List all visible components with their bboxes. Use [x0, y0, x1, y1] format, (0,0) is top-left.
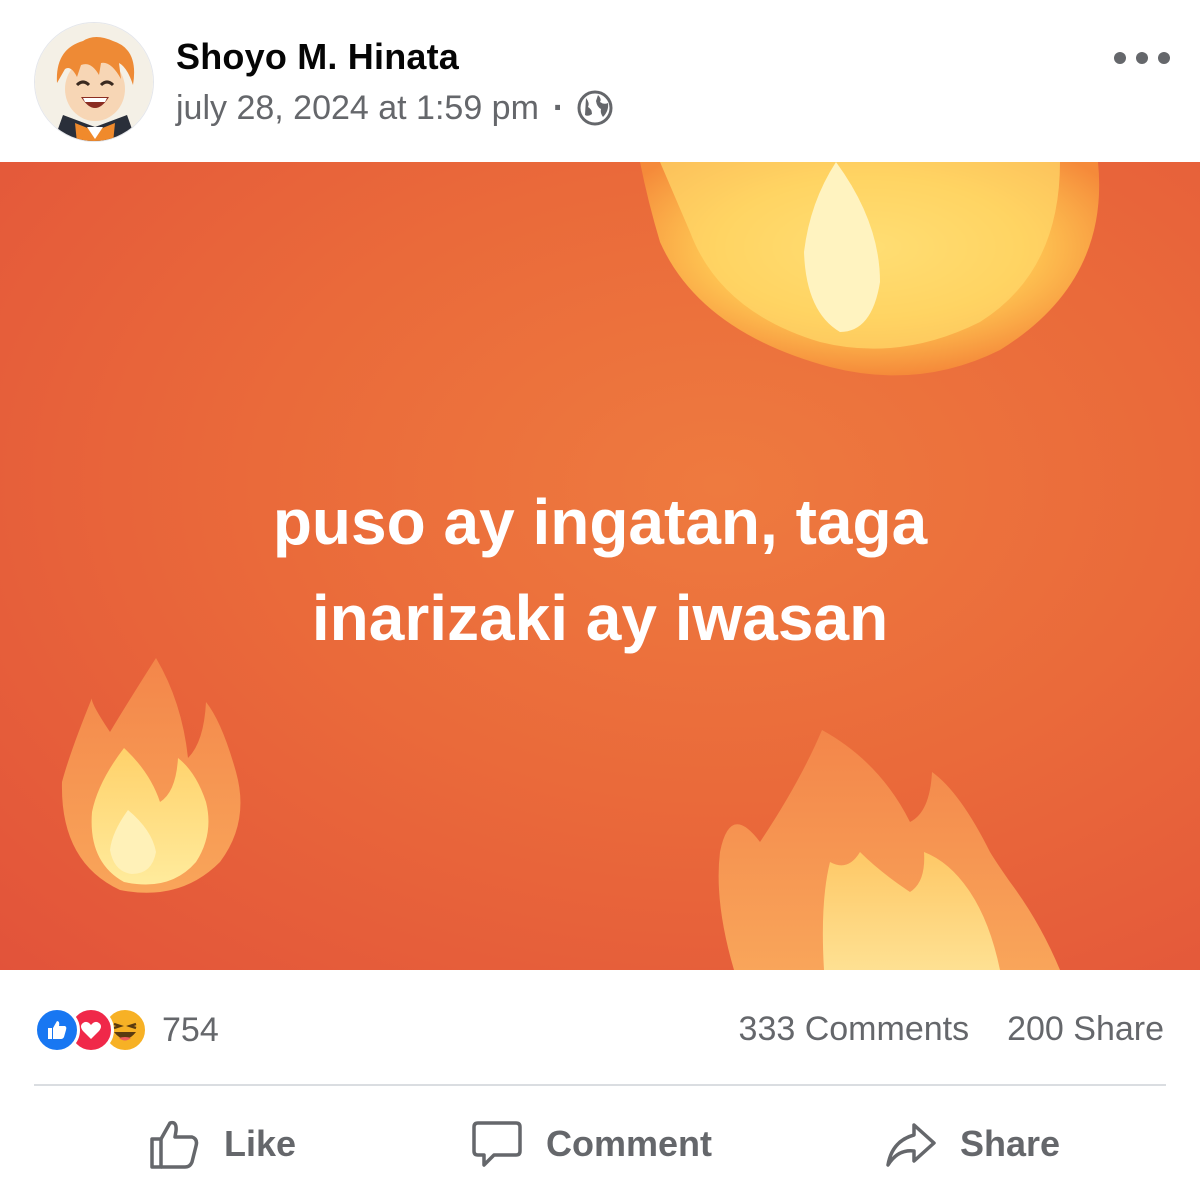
- facebook-post: Shoyo M. Hinata july 28, 2024 at 1:59 pm…: [0, 0, 1200, 1192]
- meta-separator: ·: [552, 88, 565, 127]
- like-label: Like: [224, 1123, 297, 1164]
- share-label: Share: [960, 1123, 1061, 1164]
- share-button[interactable]: Share: [884, 1112, 1060, 1176]
- banner-line-1: puso ay ingatan, taga: [272, 486, 928, 558]
- post-actions: Like Comment Share: [0, 1100, 1200, 1190]
- reactions-summary[interactable]: 754: [34, 1006, 219, 1054]
- share-arrow-icon: [886, 1123, 936, 1167]
- post-header: Shoyo M. Hinata july 28, 2024 at 1:59 pm…: [0, 0, 1200, 162]
- post-stats: 754 333 Comments 200 Share: [0, 990, 1200, 1066]
- like-button[interactable]: Like: [148, 1112, 296, 1176]
- author-name[interactable]: Shoyo M. Hinata: [176, 36, 459, 78]
- engagement-counts: 333 Comments 200 Share: [739, 1010, 1164, 1049]
- banner-line-2: inarizaki ay iwasan: [311, 582, 889, 654]
- banner-text: puso ay ingatan, taga inarizaki ay iwasa…: [0, 474, 1200, 666]
- avatar[interactable]: [34, 22, 154, 142]
- post-meta: july 28, 2024 at 1:59 pm ·: [176, 88, 614, 128]
- like-reaction-icon: [34, 1007, 80, 1053]
- shares-count[interactable]: 200 Share: [1007, 1010, 1164, 1049]
- more-options-icon[interactable]: [1114, 38, 1170, 78]
- comments-count[interactable]: 333 Comments: [739, 1010, 970, 1049]
- reaction-count: 754: [162, 1010, 219, 1049]
- comment-label: Comment: [546, 1123, 713, 1164]
- comment-button[interactable]: Comment: [470, 1112, 712, 1176]
- post-banner[interactable]: puso ay ingatan, taga inarizaki ay iwasa…: [0, 162, 1200, 970]
- post-timestamp[interactable]: july 28, 2024 at 1:59 pm: [176, 89, 539, 128]
- thumbs-up-icon: [150, 1120, 199, 1169]
- comment-bubble-icon: [472, 1121, 522, 1167]
- globe-icon[interactable]: [576, 89, 614, 127]
- divider: [34, 1084, 1166, 1086]
